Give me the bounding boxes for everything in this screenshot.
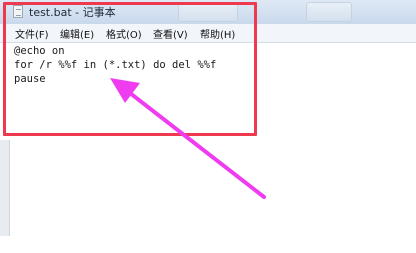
pointer-arrow-icon	[110, 78, 266, 199]
